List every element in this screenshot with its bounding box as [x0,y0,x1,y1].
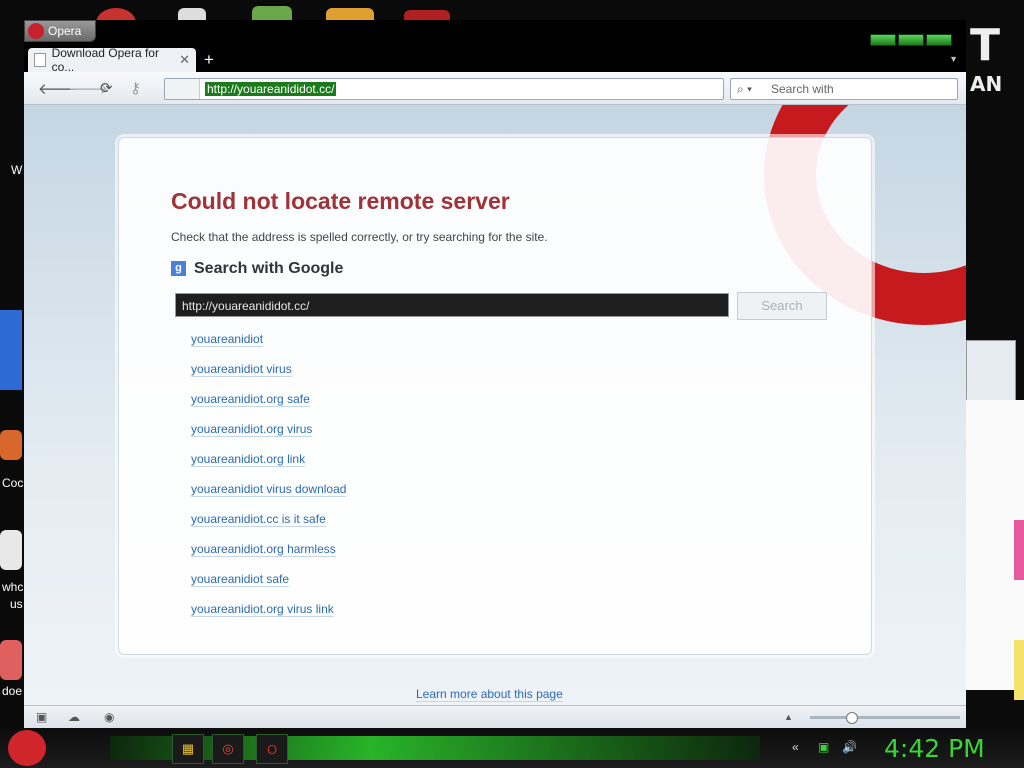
zoom-slider-knob[interactable] [846,712,858,724]
suggestion-link[interactable]: youareanidiot.org virus link [191,602,334,617]
network-icon[interactable]: ▣ [818,740,829,754]
address-bar[interactable]: http://youareanididot.cc/ [164,78,724,100]
search-heading: Search with Google [194,260,344,277]
search-placeholder: Search with [771,82,834,96]
desktop-label-fragment: whc [2,580,24,594]
start-button[interactable] [8,730,46,766]
page-icon [34,53,46,67]
opera-menu-label: Opera [48,24,82,38]
chrome-icon[interactable]: ◎ [212,734,244,764]
suggestion-link[interactable]: youareanidiot.org harmless [191,542,336,557]
desktop-label-fragment: doe [2,684,23,698]
suggestion-list: youareanidiot youareanidiot virus youare… [191,332,347,632]
desktop-app-icon[interactable] [0,430,22,460]
list-item[interactable]: youareanidiot virus download [191,482,347,512]
tray-chevron-icon[interactable]: « [792,740,799,754]
suggestion-link[interactable]: youareanidiot.org virus [191,422,313,437]
tab-close-icon[interactable]: ✕ [179,52,190,68]
list-item[interactable]: youareanidiot.cc is it safe [191,512,346,542]
desktop-app-icon[interactable] [0,640,22,680]
desktop-label-fragment: Coc [2,476,24,490]
background-panel [1014,520,1024,580]
list-item[interactable]: youareanidiot virus [191,362,346,392]
minimize-button[interactable] [870,34,896,46]
taskbar: ▦ ◎ O « ▣ 🔊 4:42 PM [0,728,1024,768]
explorer-icon[interactable]: ▦ [172,734,204,764]
new-tab-button[interactable]: + [204,50,214,70]
view-options-icon[interactable]: ▲ [784,712,793,722]
zoom-slider[interactable] [810,712,960,724]
cloud-icon[interactable]: ☁ [68,710,80,724]
background-title-fragment: AN [970,72,1003,96]
desktop-label-fragment: us [10,597,23,611]
close-window-button[interactable] [926,34,952,46]
volume-icon[interactable]: 🔊 [842,740,857,754]
list-item[interactable]: youareanidiot safe [191,572,346,602]
suggestion-link[interactable]: youareanidiot virus download [191,482,347,497]
suggestion-link[interactable]: youareanidiot.org safe [191,392,310,407]
background-window-fragment: T AN [966,0,1024,728]
suggestion-link[interactable]: youareanidiot.cc is it safe [191,512,326,527]
opera-window: Opera Download Opera for co... ✕ + ▼ 🡐 🡒… [24,20,966,729]
window-titlebar: Opera [24,20,966,48]
tab-active[interactable]: Download Opera for co... ✕ [28,46,196,74]
window-controls [870,34,952,46]
list-item[interactable]: youareanidiot.org virus [191,422,346,452]
suggestion-link[interactable]: youareanidiot safe [191,572,290,587]
google-search-input[interactable]: http://youareanididot.cc/ [175,293,729,317]
clock[interactable]: 4:42 PM [884,734,985,763]
suggestion-link[interactable]: youareanidiot [191,332,264,347]
page-content: Could not locate remote server Check tha… [24,105,966,705]
background-panel [966,340,1016,402]
key-icon[interactable]: ⚷ [130,79,141,97]
taskbar-glow [110,736,760,760]
list-item[interactable]: youareanidiot [191,332,346,362]
tab-menu-chevron-icon[interactable]: ▼ [949,54,958,64]
list-item[interactable]: youareanidiot.org virus link [191,602,346,632]
desktop-app-icon[interactable] [0,530,22,570]
panel-toggle-icon[interactable]: ▣ [36,710,47,724]
list-item[interactable]: youareanidiot.org harmless [191,542,346,572]
desktop-label-fragment: W [11,163,23,177]
reload-icon[interactable]: ⟳ [100,79,113,97]
error-card: Could not locate remote server Check tha… [118,137,872,655]
address-badge[interactable] [165,79,200,99]
background-title-fragment: T [970,20,1001,71]
list-item[interactable]: youareanidiot.org safe [191,392,346,422]
opera-logo-icon [28,23,44,39]
google-icon: g [171,261,186,276]
suggestion-link[interactable]: youareanidiot virus [191,362,292,377]
background-panel [1014,640,1024,700]
error-title: Could not locate remote server [171,188,510,214]
suggestion-link[interactable]: youareanidiot.org link [191,452,306,467]
address-url[interactable]: http://youareanididot.cc/ [205,82,337,96]
status-bar: ▣ ☁ ◉ ▲ [24,705,966,729]
learn-more-link[interactable]: Learn more about this page [416,687,563,702]
navigation-bar: 🡐 🡒 ⟳ ⚷ http://youareanididot.cc/ ⌕ ▾ Se… [24,72,966,105]
opera-menu-button[interactable]: Opera [24,20,96,42]
search-icon[interactable]: ⌕ ▾ [737,82,752,97]
google-search-button[interactable]: Search [737,292,827,320]
search-box[interactable]: ⌕ ▾ Search with [730,78,958,100]
desktop-app-icon[interactable] [0,310,22,390]
tab-bar: Download Opera for co... ✕ + ▼ [24,46,966,74]
list-item[interactable]: youareanidiot.org link [191,452,346,482]
maximize-button[interactable] [898,34,924,46]
speed-dial-icon[interactable]: ◉ [104,710,114,724]
tab-title: Download Opera for co... [51,46,159,74]
error-subtitle: Check that the address is spelled correc… [171,230,548,244]
opera-taskbar-icon[interactable]: O [256,734,288,764]
